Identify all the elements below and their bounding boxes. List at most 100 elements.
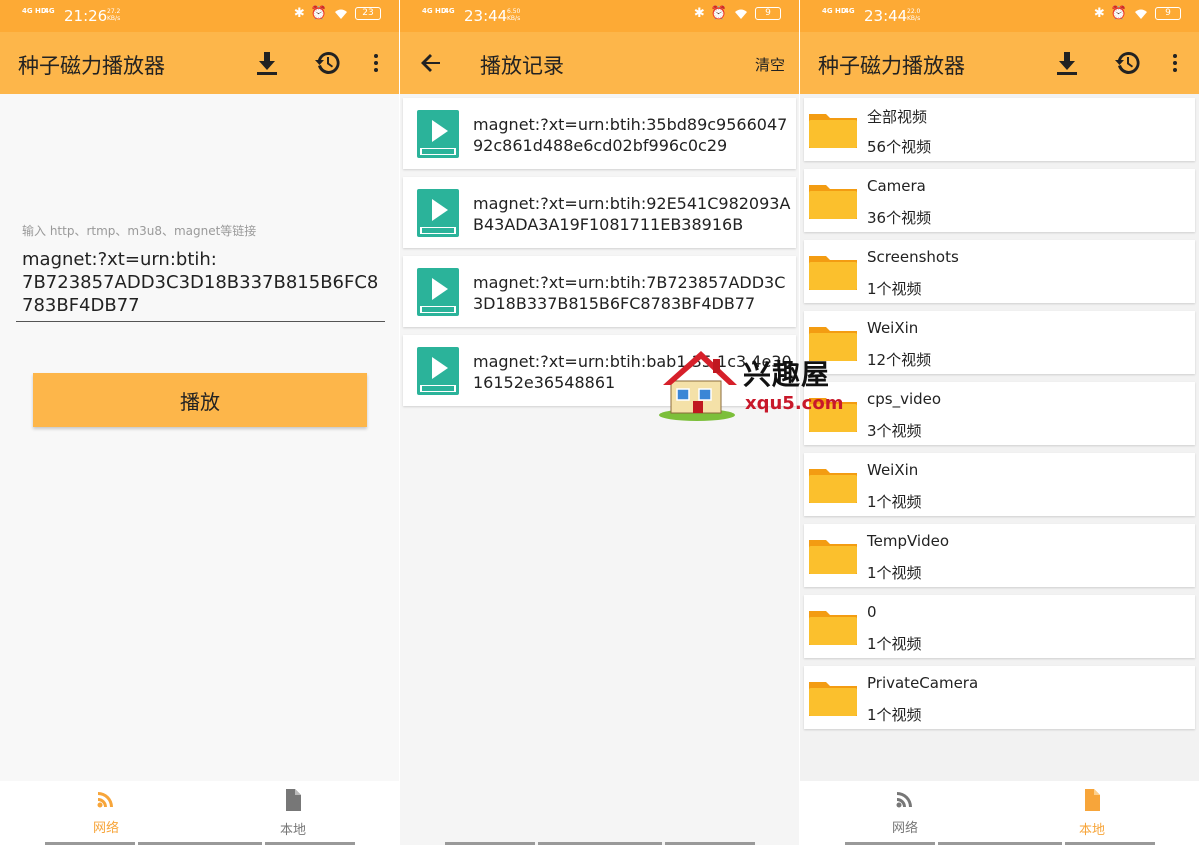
folder-icon [809,256,857,290]
video-icon [417,268,459,316]
folder-item[interactable]: Screenshots 1个视频 [804,240,1195,303]
history-item[interactable]: magnet:?xt=urn:btih:7B723857ADD3C3D18B33… [403,256,796,327]
rss-icon [896,792,912,808]
nav-local[interactable]: 本地 [193,789,393,838]
status-time: 21:26 [64,7,108,25]
folder-count: 1个视频 [867,635,922,653]
folder-icon [809,185,857,219]
history-link: magnet:?xt=urn:btih:92E541C982093AB43ADA… [473,194,791,234]
folder-count: 1个视频 [867,564,922,582]
network-speed: 27.2 KB/s [107,8,121,22]
video-icon [417,110,459,158]
watermark: 兴趣屋 xqu5.com [655,345,855,425]
wifi-icon [335,9,347,19]
battery-indicator: 9 [1155,7,1181,20]
alarm-icon: ⏰ [710,6,727,21]
file-icon [1085,789,1100,811]
folder-icon [809,611,857,645]
signal-indicator-2: 4G [844,7,855,15]
app-title: 种子磁力播放器 [818,54,965,78]
status-time: 23:44 [864,7,908,25]
folder-item[interactable]: 全部视频 56个视频 [804,98,1195,161]
folder-list: 全部视频 56个视频 Camera 36个视频 Screenshots 1个视频… [804,98,1195,737]
download-icon[interactable] [252,48,282,78]
folder-item[interactable]: Camera 36个视频 [804,169,1195,232]
folder-item[interactable]: PrivateCamera 1个视频 [804,666,1195,729]
folder-icon [809,114,857,148]
folder-count: 1个视频 [867,493,922,511]
folder-name: Camera [867,177,926,195]
status-time: 23:44 [464,7,508,25]
history-icon[interactable] [312,48,342,78]
folder-icon [809,682,857,716]
history-item[interactable]: magnet:?xt=urn:btih:92E541C982093AB43ADA… [403,177,796,248]
more-icon[interactable] [1160,48,1190,78]
nav-network-label: 网络 [891,821,918,836]
network-speed: 6.50 KB/s [507,8,521,22]
folder-item[interactable]: cps_video 3个视频 [804,382,1195,445]
rss-icon [97,792,113,808]
nav-local-label: 本地 [1078,823,1105,838]
folder-name: 全部视频 [867,108,928,126]
input-hint: 输入 http、rtmp、m3u8、magnet等链接 [22,224,257,238]
back-arrow-icon[interactable] [416,48,446,78]
bottom-nav: 网络 本地 [0,781,399,845]
status-bar: 4G HD 4G 21:26 27.2 KB/s ✱ ⏰ 23 [0,0,399,32]
folder-count: 56个视频 [867,138,932,156]
folder-name: cps_video [867,390,942,408]
battery-indicator: 23 [355,7,381,20]
signal-indicator-2: 4G [444,7,455,15]
history-item[interactable]: magnet:?xt=urn:btih:35bd89c956604792c861… [403,98,796,169]
folder-name: TempVideo [867,532,950,550]
app-title: 种子磁力播放器 [18,54,165,78]
wifi-icon [735,9,747,19]
folder-icon [809,469,857,503]
folder-item[interactable]: WeiXin 1个视频 [804,453,1195,516]
file-icon [286,789,301,811]
screen-local: 4G HD 4G 23:44 22.0 KB/s ✱ ⏰ 9 种子磁力播放器 全… [800,0,1199,845]
alarm-icon: ⏰ [1110,6,1127,21]
folder-name: Screenshots [867,248,959,266]
history-link: magnet:?xt=urn:btih:7B723857ADD3C3D18B33… [473,273,786,313]
bottom-nav: 网络 本地 [800,781,1199,845]
app-bar: 种子磁力播放器 [0,32,399,94]
alarm-icon: ⏰ [310,6,327,21]
more-icon[interactable] [361,48,391,78]
video-icon [417,189,459,237]
network-speed: 22.0 KB/s [907,8,921,22]
bluetooth-icon: ✱ [693,6,705,21]
history-icon[interactable] [1112,48,1142,78]
folder-count: 36个视频 [867,209,932,227]
folder-item[interactable]: 0 1个视频 [804,595,1195,658]
url-input[interactable]: magnet:?xt=urn:btih: 7B723857ADD3C3D18B3… [16,248,385,322]
page-title: 播放记录 [480,54,564,78]
status-bar: 4G HD 4G 23:44 22.0 KB/s ✱ ⏰ 9 [800,0,1199,32]
nav-local-label: 本地 [279,823,306,838]
folder-count: 12个视频 [867,351,932,369]
play-button[interactable]: 播放 [33,373,367,427]
signal-indicator-2: 4G [44,7,55,15]
video-icon [417,347,459,395]
nav-network[interactable]: 网络 [805,789,1005,836]
house-logo-icon [659,351,737,421]
app-bar: 种子磁力播放器 [800,32,1199,94]
folder-count: 3个视频 [867,422,922,440]
nav-network[interactable]: 网络 [6,789,206,836]
watermark-title: 兴趣屋 [743,358,831,391]
folder-item[interactable]: WeiXin 12个视频 [804,311,1195,374]
nav-local[interactable]: 本地 [992,789,1192,838]
app-bar: 播放记录 清空 [400,32,799,94]
folder-icon [809,540,857,574]
clear-button[interactable]: 清空 [755,54,785,75]
nav-network-label: 网络 [92,821,119,836]
folder-count: 1个视频 [867,706,922,724]
wifi-icon [1135,9,1147,19]
status-bar: 4G HD 4G 23:44 6.50 KB/s ✱ ⏰ 9 [400,0,799,32]
folder-item[interactable]: TempVideo 1个视频 [804,524,1195,587]
watermark-url: xqu5.com [745,393,844,414]
screen-player: 4G HD 4G 21:26 27.2 KB/s ✱ ⏰ 23 种子磁力播放器 … [0,0,399,845]
folder-count: 1个视频 [867,280,922,298]
bluetooth-icon: ✱ [1093,6,1105,21]
download-icon[interactable] [1052,48,1082,78]
history-link: magnet:?xt=urn:btih:35bd89c956604792c861… [473,115,788,155]
